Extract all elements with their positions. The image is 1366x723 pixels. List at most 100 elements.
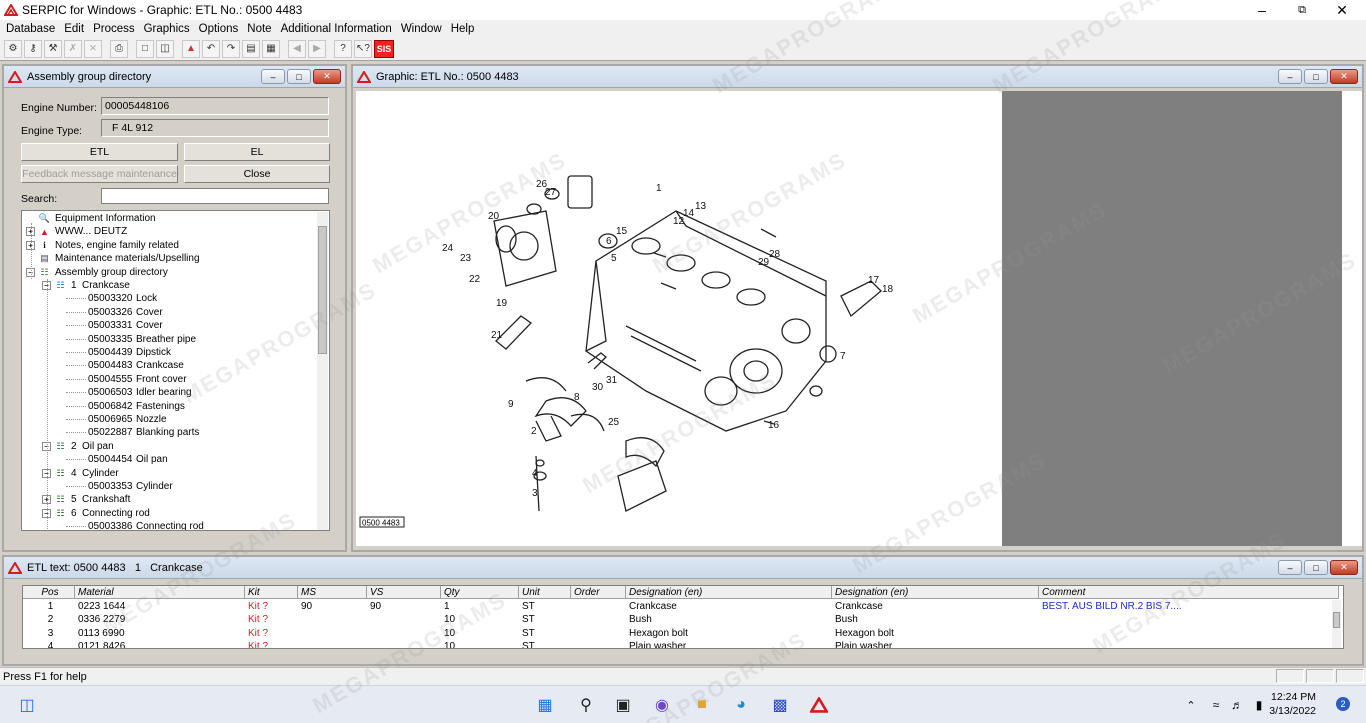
edge-browser-icon[interactable]: ◕ xyxy=(730,694,752,716)
part-callout-label[interactable]: 28 xyxy=(769,249,781,260)
store-icon[interactable]: ▩ xyxy=(769,694,791,716)
tree-part-item[interactable]: 05003386 Connecting rod xyxy=(88,520,204,530)
tree-scrollbar[interactable] xyxy=(317,212,328,530)
file-explorer-icon[interactable]: ■ xyxy=(691,694,713,716)
part-callout-label[interactable]: 30 xyxy=(592,382,604,393)
tree-group-item[interactable]: + i Notes, engine family related xyxy=(26,239,179,252)
table-scroll-thumb[interactable] xyxy=(1333,612,1340,628)
key-icon[interactable]: ⚷ xyxy=(24,39,42,58)
tree-group-item[interactable]: − ☷ 6 Connecting rod xyxy=(42,507,150,520)
new-document-icon[interactable]: □ xyxy=(136,39,154,58)
sis-button[interactable]: SIS xyxy=(374,39,394,58)
tree-part-item[interactable]: 05022887 Blanking parts xyxy=(88,426,199,439)
part-callout-label[interactable]: 17 xyxy=(868,275,880,286)
tree-group-item[interactable]: − ☷ 1 Crankcase xyxy=(42,279,130,292)
serpic-app-icon[interactable] xyxy=(808,694,830,716)
pane-close-button[interactable]: ✕ xyxy=(1330,560,1358,575)
tree-group-item[interactable]: − ☷ Assembly group directory xyxy=(26,266,168,279)
search-icon[interactable]: ⚲ xyxy=(575,694,597,716)
column-header[interactable]: Pos xyxy=(23,586,75,599)
open-folder-icon[interactable]: ◫ xyxy=(156,39,174,58)
show-desktop-icon[interactable]: ◫ xyxy=(16,694,38,716)
column-header[interactable]: Material xyxy=(75,586,245,599)
part-callout-label[interactable]: 6 xyxy=(606,236,612,247)
part-callout-label[interactable]: 8 xyxy=(574,392,580,403)
table-row[interactable]: 1 0223 1644 Kit ? 90 90 1 ST Crankcase Crankcase… xyxy=(23,600,1339,613)
column-header[interactable]: Order xyxy=(571,586,626,599)
context-help-icon[interactable]: ↖? xyxy=(354,39,372,58)
column-header[interactable]: Comment xyxy=(1039,586,1339,599)
tree-group-item[interactable]: − ☷ 4 Cylinder xyxy=(42,467,119,480)
close-pane-button[interactable]: Close xyxy=(184,165,330,183)
menu-help[interactable]: Help xyxy=(447,23,479,35)
column-header[interactable]: Kit xyxy=(245,586,298,599)
engine-icon[interactable]: ⚙ xyxy=(4,39,22,58)
column-header[interactable]: Unit xyxy=(519,586,571,599)
tree-part-item[interactable]: 05003320 Lock xyxy=(88,292,157,305)
table-row[interactable]: 3 0113 6990 Kit ? 10 ST Hexagon bolt Hexagon b… xyxy=(23,627,1339,640)
print-icon[interactable]: ⎙ xyxy=(110,39,128,58)
table-row[interactable]: 4 0121 8426 Kit ? 10 ST Plain washer Plain was… xyxy=(23,640,1339,648)
pane-minimize-button[interactable]: – xyxy=(261,69,285,84)
part-callout-label[interactable]: 31 xyxy=(606,375,618,386)
part-callout-label[interactable]: 29 xyxy=(758,257,770,268)
tree-part-item[interactable]: 05004454 Oil pan xyxy=(88,453,168,466)
volume-icon[interactable]: ♬ xyxy=(1226,694,1248,716)
menu-additional-information[interactable]: Additional Information xyxy=(277,23,396,35)
part-callout-label[interactable]: 21 xyxy=(491,330,503,341)
color-palette-icon[interactable]: ▲ xyxy=(182,39,200,58)
pane-minimize-button[interactable]: – xyxy=(1278,560,1302,575)
table-row[interactable]: 2 0336 2279 Kit ? 10 ST Bush Bush xyxy=(23,613,1339,626)
part-callout-label[interactable]: 5 xyxy=(611,253,617,264)
maximize-button[interactable]: ⧉ xyxy=(1282,0,1322,20)
tree-part-item[interactable]: 05004439 Dipstick xyxy=(88,346,171,359)
list-view-icon[interactable]: ▤ xyxy=(242,39,260,58)
tree-part-item[interactable]: 05006842 Fastenings xyxy=(88,400,185,413)
tree-group-item[interactable]: +🔍Equipment Information xyxy=(26,212,156,225)
forward-arrow-icon[interactable]: ▶ xyxy=(308,39,326,58)
tree-part-item[interactable]: 05004555 Front cover xyxy=(88,373,187,386)
battery-icon[interactable]: ▮ xyxy=(1248,694,1270,716)
tree-part-item[interactable]: 05006965 Nozzle xyxy=(88,413,167,426)
menu-database[interactable]: Database xyxy=(2,23,59,35)
part-callout-label[interactable]: 13 xyxy=(695,201,707,212)
part-callout-label[interactable]: 14 xyxy=(683,208,695,219)
menu-edit[interactable]: Edit xyxy=(60,23,88,35)
tree-group-item[interactable]: − ☷ 2 Oil pan xyxy=(42,440,114,453)
tree-group-item[interactable]: + ☷ 5 Crankshaft xyxy=(42,493,130,506)
tree-group-item[interactable]: +▤Maintenance materials/Upselling xyxy=(26,252,199,265)
feedback-maintenance-button[interactable]: Feedback message maintenance xyxy=(21,165,178,183)
part-callout-label[interactable]: 9 xyxy=(508,399,514,410)
search-input[interactable] xyxy=(101,188,329,204)
column-header[interactable]: MS xyxy=(298,586,367,599)
start-windows-icon[interactable]: ▦ xyxy=(534,694,556,716)
etl-button[interactable]: ETL xyxy=(21,143,178,161)
part-callout-label[interactable]: 1 xyxy=(656,183,662,194)
help-icon[interactable]: ? xyxy=(334,39,352,58)
detail-view-icon[interactable]: ▦ xyxy=(262,39,280,58)
part-callout-label[interactable]: 19 xyxy=(496,298,508,309)
tree-part-item[interactable]: 05003353 Cylinder xyxy=(88,480,173,493)
close-button[interactable]: ✕ xyxy=(1322,0,1362,20)
undo-icon[interactable]: ↶ xyxy=(202,39,220,58)
tree-part-item[interactable]: 05006503 Idler bearing xyxy=(88,386,192,399)
menu-process[interactable]: Process xyxy=(89,23,139,35)
part-callout-label[interactable]: 4 xyxy=(532,468,538,479)
etl-parts-table[interactable]: Pos Material Kit MS VS Qty Unit Order Designatio… xyxy=(22,585,1344,649)
column-header[interactable]: Designation (en) xyxy=(832,586,1039,599)
column-header[interactable]: Designation (en) xyxy=(626,586,832,599)
assembly-tree[interactable]: +🔍Equipment Information+▲WWW... DEUTZ+iN… xyxy=(21,210,330,531)
system-clock[interactable]: 12:24 PM 3/13/2022 xyxy=(1269,690,1316,718)
menu-note[interactable]: Note xyxy=(243,23,275,35)
tree-part-item[interactable]: 05003335 Breather pipe xyxy=(88,333,196,346)
task-view-icon[interactable]: ▣ xyxy=(612,694,634,716)
wrench-icon[interactable]: ⚒ xyxy=(44,39,62,58)
minimize-button[interactable]: – xyxy=(1242,0,1282,20)
notification-badge[interactable]: 2 xyxy=(1336,697,1350,711)
tree-part-item[interactable]: 05004483 Crankcase xyxy=(88,359,184,372)
pane-close-button[interactable]: ✕ xyxy=(313,69,341,84)
column-header[interactable]: VS xyxy=(367,586,441,599)
back-arrow-icon[interactable]: ◀ xyxy=(288,39,306,58)
table-scrollbar[interactable] xyxy=(1332,600,1341,648)
pane-maximize-button[interactable]: □ xyxy=(1304,69,1328,84)
